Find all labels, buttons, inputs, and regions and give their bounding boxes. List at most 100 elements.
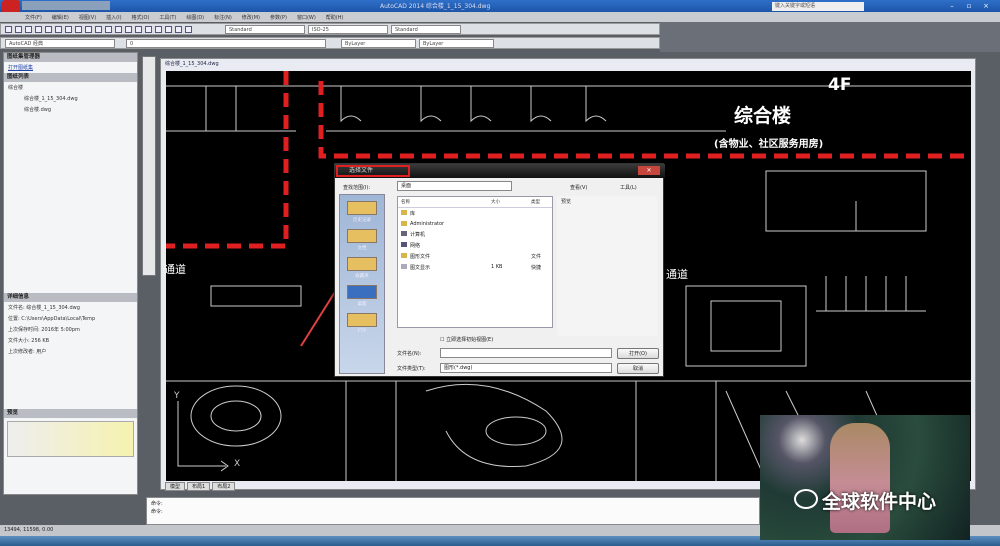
open-sheet-set-link[interactable]: 打开图纸集 bbox=[4, 62, 137, 73]
file-list[interactable]: 名称 大小 类型 库 Administrator 计算机 网络 图形文件 文件 图文显… bbox=[397, 196, 553, 328]
color-select[interactable]: ByLayer bbox=[341, 38, 416, 48]
shortcut-icon bbox=[401, 264, 407, 269]
place-label[interactable]: 收藏夹 bbox=[340, 273, 384, 279]
menu-edit[interactable]: 编辑(E) bbox=[52, 14, 69, 21]
close-button[interactable]: × bbox=[979, 2, 993, 10]
maximize-button[interactable]: ▫ bbox=[962, 2, 976, 10]
draw-toolbar[interactable] bbox=[142, 56, 156, 276]
menu-view[interactable]: 视图(V) bbox=[79, 14, 96, 21]
open-button[interactable]: 打开(O) bbox=[617, 348, 659, 359]
menu-help[interactable]: 帮助(H) bbox=[326, 14, 344, 21]
tab-model[interactable]: 模型 bbox=[165, 482, 186, 491]
command-line[interactable]: 命令: 命令: bbox=[146, 497, 760, 525]
initial-view-checkbox[interactable]: ☐ 立即选择初始视图(E) bbox=[440, 336, 493, 343]
save-icon[interactable] bbox=[25, 25, 32, 33]
tools-menu[interactable]: 工具(L) bbox=[620, 184, 637, 191]
favorites-icon[interactable] bbox=[347, 257, 377, 271]
dimstyle-select[interactable]: ISO-25 bbox=[308, 24, 388, 34]
undo-icon[interactable] bbox=[105, 25, 112, 33]
preview-pane: 预览 bbox=[557, 196, 657, 336]
place-label[interactable]: 历史记录 bbox=[340, 217, 384, 223]
publish-icon[interactable] bbox=[55, 25, 62, 33]
layer-select[interactable]: 0 bbox=[126, 38, 326, 48]
tablestyle-select[interactable]: Standard bbox=[391, 24, 461, 34]
filetype-select[interactable]: 图形(*.dwg) bbox=[440, 363, 612, 373]
tab-layout2[interactable]: 布局2 bbox=[212, 482, 236, 491]
print-icon[interactable] bbox=[35, 25, 42, 33]
tree-item[interactable]: 综合楼.dwg bbox=[4, 104, 137, 115]
textstyle-select[interactable]: Standard bbox=[225, 24, 305, 34]
detail-line: 文件名: 综合楼_1_15_304.dwg bbox=[8, 305, 80, 311]
column-size[interactable]: 大小 bbox=[491, 199, 531, 205]
details-header: 详细信息 bbox=[4, 293, 137, 302]
file-row[interactable]: 计算机 bbox=[398, 229, 552, 240]
select-file-dialog: 选择文件 ✕ 查找范围(I): 桌面 查看(V) 工具(L) 历史记录 文档 收… bbox=[334, 163, 665, 377]
file-row[interactable]: Administrator bbox=[398, 219, 552, 229]
pan-icon[interactable] bbox=[125, 25, 132, 33]
views-menu[interactable]: 查看(V) bbox=[570, 184, 587, 191]
sheet-set-manager-panel: 图纸集管理器 打开图纸集 图纸列表 综合楼 综合楼_1_15_304.dwg 综… bbox=[3, 52, 138, 495]
menu-window[interactable]: 窗口(W) bbox=[297, 14, 316, 21]
watermark-text: 全球软件中心 bbox=[822, 491, 937, 513]
corridor-label-left: 通道 bbox=[164, 263, 186, 276]
menu-insert[interactable]: 插入(I) bbox=[106, 14, 121, 21]
lookin-label: 查找范围(I): bbox=[343, 185, 371, 191]
drawing-tab-title: 综合楼_1_15_304.dwg bbox=[165, 61, 219, 67]
ftp-icon[interactable] bbox=[347, 313, 377, 327]
menu-modify[interactable]: 修改(M) bbox=[242, 14, 260, 21]
place-label[interactable]: FTP bbox=[340, 329, 384, 334]
menu-draw[interactable]: 绘图(D) bbox=[186, 14, 204, 21]
cut-icon[interactable] bbox=[65, 25, 72, 33]
file-type: 文件 bbox=[531, 254, 542, 260]
menu-parametric[interactable]: 参数(P) bbox=[270, 14, 287, 21]
menu-format[interactable]: 格式(O) bbox=[132, 14, 150, 21]
toolbar-area bbox=[660, 22, 1000, 52]
desktop-icon[interactable] bbox=[347, 285, 377, 299]
minimize-button[interactable]: – bbox=[945, 2, 959, 10]
menu-tools[interactable]: 工具(T) bbox=[159, 14, 176, 21]
zoom-icon[interactable] bbox=[135, 25, 142, 33]
filetype-label: 文件类型(T): bbox=[397, 366, 426, 372]
file-row[interactable]: 网络 bbox=[398, 240, 552, 251]
documents-icon[interactable] bbox=[347, 229, 377, 243]
menu-bar: 文件(F) 编辑(E) 视图(V) 插入(I) 格式(O) 工具(T) 绘图(D… bbox=[0, 12, 1000, 22]
wechat-icon bbox=[794, 489, 818, 509]
file-row[interactable]: 图文显示 1 KB 快捷 bbox=[398, 262, 552, 273]
lookin-select[interactable]: 桌面 bbox=[397, 181, 512, 191]
history-icon[interactable] bbox=[347, 201, 377, 215]
menu-dimension[interactable]: 标注(N) bbox=[214, 14, 232, 21]
tab-layout1[interactable]: 布局1 bbox=[187, 482, 211, 491]
ucs-x-label: X bbox=[234, 459, 241, 469]
column-type[interactable]: 类型 bbox=[531, 199, 540, 205]
place-label[interactable]: 桌面 bbox=[340, 301, 384, 307]
search-input[interactable]: 键入关键字或短语 bbox=[772, 2, 864, 11]
open-icon[interactable] bbox=[15, 25, 22, 33]
copy-icon[interactable] bbox=[75, 25, 82, 33]
cancel-button[interactable]: 取消 bbox=[617, 363, 659, 374]
zoom-window-icon[interactable] bbox=[145, 25, 152, 33]
workspace-select[interactable]: AutoCAD 经典 bbox=[5, 38, 115, 48]
tree-root[interactable]: 综合楼 bbox=[4, 82, 137, 93]
match-icon[interactable] bbox=[95, 25, 102, 33]
tool-palette-icon[interactable] bbox=[175, 25, 182, 33]
preview-icon[interactable] bbox=[45, 25, 52, 33]
dialog-close-button[interactable]: ✕ bbox=[638, 166, 660, 175]
tree-item[interactable]: 综合楼_1_15_304.dwg bbox=[4, 93, 137, 104]
properties-icon[interactable] bbox=[155, 25, 162, 33]
presenter-image bbox=[830, 423, 890, 533]
design-center-icon[interactable] bbox=[165, 25, 172, 33]
filename-input[interactable] bbox=[440, 348, 612, 358]
user-folder-icon bbox=[401, 221, 407, 226]
quick-access-toolbar[interactable] bbox=[22, 1, 110, 10]
linetype-select[interactable]: ByLayer bbox=[419, 38, 494, 48]
help-icon[interactable] bbox=[185, 25, 192, 33]
redo-icon[interactable] bbox=[115, 25, 122, 33]
paste-icon[interactable] bbox=[85, 25, 92, 33]
file-name: 网络 bbox=[410, 243, 421, 249]
column-name[interactable]: 名称 bbox=[401, 199, 491, 205]
file-row[interactable]: 库 bbox=[398, 208, 552, 219]
file-row[interactable]: 图形文件 文件 bbox=[398, 251, 552, 262]
menu-file[interactable]: 文件(F) bbox=[25, 14, 42, 21]
place-label[interactable]: 文档 bbox=[340, 245, 384, 251]
new-icon[interactable] bbox=[5, 25, 12, 33]
